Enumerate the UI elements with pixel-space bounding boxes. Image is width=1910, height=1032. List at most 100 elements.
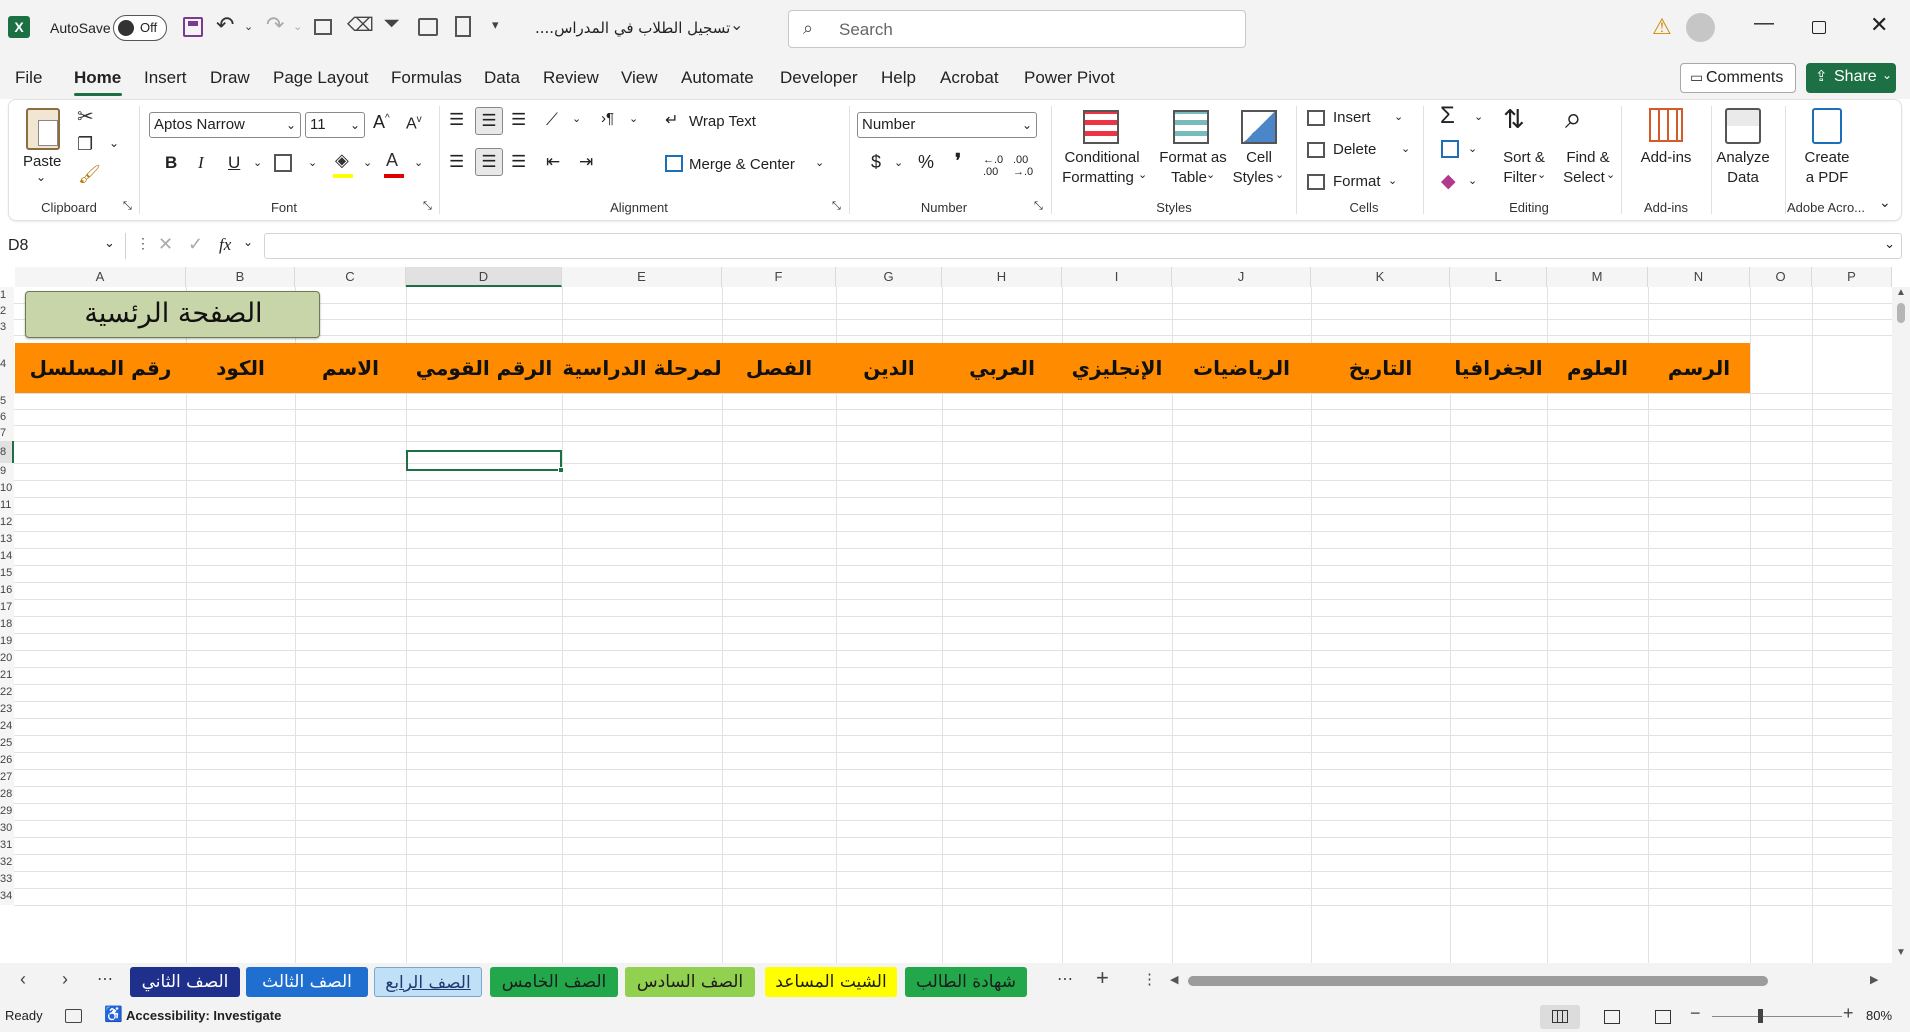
- decrease-decimal-icon[interactable]: .00 →.0: [1013, 154, 1033, 178]
- undo-dropdown-icon[interactable]: ⌄: [244, 20, 253, 33]
- currency-icon[interactable]: $: [871, 152, 881, 173]
- autosum-dropdown-icon[interactable]: ⌄: [1474, 110, 1483, 123]
- row-header-7[interactable]: 7: [0, 425, 14, 441]
- percent-icon[interactable]: %: [918, 152, 934, 173]
- insert-cells-icon[interactable]: [1307, 110, 1325, 126]
- accessibility-status[interactable]: Accessibility: Investigate: [126, 1008, 281, 1023]
- scroll-left-icon[interactable]: ◀: [1170, 973, 1178, 986]
- analyze-data-label-1[interactable]: Analyze: [1711, 148, 1775, 167]
- row-header-25[interactable]: 25: [0, 735, 14, 752]
- new-sheet-icon[interactable]: +: [1096, 965, 1109, 991]
- underline-dropdown-icon[interactable]: ⌄: [253, 156, 262, 169]
- column-header-c[interactable]: C: [295, 267, 406, 287]
- selected-cell[interactable]: [406, 450, 562, 471]
- add-ins-label[interactable]: Add-ins: [1633, 148, 1699, 167]
- format-cells-icon[interactable]: [1307, 174, 1325, 190]
- align-right-icon[interactable]: ☰: [511, 152, 526, 172]
- header-cell[interactable]: الرياضيات: [1172, 343, 1311, 393]
- font-size-select[interactable]: 11 ⌄: [305, 112, 365, 138]
- currency-dropdown-icon[interactable]: ⌄: [894, 156, 903, 169]
- row-header-20[interactable]: 20: [0, 650, 14, 667]
- tab-home[interactable]: Home: [74, 68, 121, 88]
- redo-dropdown-icon[interactable]: ⌄: [293, 20, 302, 33]
- cell-styles-label-2[interactable]: Styles: [1223, 168, 1283, 187]
- cancel-icon[interactable]: ✕: [158, 234, 173, 255]
- vertical-scrollbar[interactable]: ▲ ▼: [1892, 287, 1910, 963]
- delete-cells-button[interactable]: Delete: [1333, 141, 1376, 158]
- increase-decimal-icon[interactable]: ←.0.00: [983, 154, 1003, 178]
- header-cell[interactable]: الفصل: [722, 343, 836, 393]
- find-select-chevron-icon[interactable]: ⌄: [1606, 168, 1615, 181]
- row-header-11[interactable]: 11: [0, 497, 14, 514]
- column-header-j[interactable]: J: [1172, 267, 1311, 287]
- more-tabs-right-icon[interactable]: ⋯: [1057, 969, 1073, 989]
- row-header-34[interactable]: 34: [0, 888, 14, 905]
- merge-dropdown-icon[interactable]: ⌄: [815, 156, 824, 169]
- column-header-o[interactable]: O: [1750, 267, 1812, 287]
- tab-power-pivot[interactable]: Power Pivot: [1024, 68, 1115, 88]
- column-header-h[interactable]: H: [942, 267, 1062, 287]
- row-header-8[interactable]: 8: [0, 441, 14, 463]
- format-as-table-label-1[interactable]: Format as: [1153, 148, 1233, 167]
- align-bottom-icon[interactable]: ☰: [511, 110, 526, 130]
- row-header-30[interactable]: 30: [0, 820, 14, 837]
- scroll-right-icon[interactable]: ▶: [1870, 973, 1878, 986]
- tab-insert[interactable]: Insert: [144, 68, 187, 88]
- analyze-data-label-2[interactable]: Data: [1711, 168, 1775, 187]
- copy-icon[interactable]: ❐: [77, 134, 93, 155]
- underline-icon[interactable]: U: [228, 153, 240, 173]
- search-box[interactable]: ⌕ Search: [788, 10, 1246, 48]
- sheet-tab[interactable]: الصف الخامس: [490, 967, 618, 997]
- macro-record-icon[interactable]: [65, 1009, 82, 1023]
- align-top-icon[interactable]: ☰: [449, 110, 464, 130]
- horizontal-scroll-thumb[interactable]: [1188, 976, 1768, 986]
- redo-icon[interactable]: ↷: [266, 12, 284, 38]
- font-name-select[interactable]: Aptos Narrow ⌄: [149, 112, 301, 138]
- fill-color-icon[interactable]: ◈: [335, 150, 349, 171]
- increase-font-icon[interactable]: A^: [373, 112, 390, 133]
- orientation-dropdown-icon[interactable]: ⌄: [572, 112, 581, 125]
- accessibility-icon[interactable]: ♿: [104, 1005, 123, 1023]
- row-header-21[interactable]: 21: [0, 667, 14, 684]
- tab-file[interactable]: File: [15, 68, 42, 88]
- clipboard-launcher-icon[interactable]: ⤡: [123, 200, 132, 213]
- clear-dropdown-icon[interactable]: ⌄: [1468, 174, 1477, 187]
- decrease-font-icon[interactable]: Av: [406, 114, 422, 133]
- name-box[interactable]: D8 ⌄: [0, 233, 126, 259]
- restore-icon[interactable]: [1812, 21, 1826, 34]
- form-icon[interactable]: [314, 19, 332, 35]
- conditional-formatting-label-2[interactable]: Formatting: [1057, 168, 1139, 187]
- row-header-32[interactable]: 32: [0, 854, 14, 871]
- tab-page-layout[interactable]: Page Layout: [273, 68, 368, 88]
- scroll-up-icon[interactable]: ▲: [1896, 287, 1906, 298]
- row-header-12[interactable]: 12: [0, 514, 14, 531]
- row-header-17[interactable]: 17: [0, 599, 14, 616]
- copy-dropdown-icon[interactable]: ⌄: [109, 136, 119, 150]
- zoom-in-icon[interactable]: +: [1843, 1003, 1854, 1024]
- column-header-f[interactable]: F: [722, 267, 836, 287]
- scroll-tabs-left-icon[interactable]: ‹: [20, 969, 26, 990]
- autosave-toggle[interactable]: Off: [113, 15, 167, 41]
- rtl-icon[interactable]: ›¶: [601, 110, 614, 127]
- align-center-icon[interactable]: ☰: [475, 148, 503, 176]
- column-header-b[interactable]: B: [186, 267, 295, 287]
- row-header-19[interactable]: 19: [0, 633, 14, 650]
- row-header-3[interactable]: 3: [0, 319, 14, 335]
- font-color-icon[interactable]: A: [386, 150, 398, 171]
- tab-acrobat[interactable]: Acrobat: [940, 68, 999, 88]
- wrap-text-icon[interactable]: ↵: [665, 110, 678, 130]
- customize-toolbar-icon[interactable]: ▾: [492, 17, 499, 33]
- row-header-16[interactable]: 16: [0, 582, 14, 599]
- insert-dropdown-icon[interactable]: ⌄: [1394, 110, 1403, 123]
- create-pdf-label-1[interactable]: Create: [1795, 148, 1859, 167]
- row-header-24[interactable]: 24: [0, 718, 14, 735]
- column-header-d[interactable]: D: [406, 267, 562, 287]
- comma-icon[interactable]: ❜: [955, 150, 961, 173]
- row-header-5[interactable]: 5: [0, 393, 14, 409]
- fill-icon[interactable]: [1441, 140, 1459, 158]
- row-header-13[interactable]: 13: [0, 531, 14, 548]
- zoom-slider-thumb[interactable]: [1758, 1009, 1763, 1023]
- sheet-tab[interactable]: الصف الثاني: [130, 967, 240, 997]
- tab-developer[interactable]: Developer: [780, 68, 858, 88]
- more-tabs-left-icon[interactable]: ⋯: [97, 969, 113, 989]
